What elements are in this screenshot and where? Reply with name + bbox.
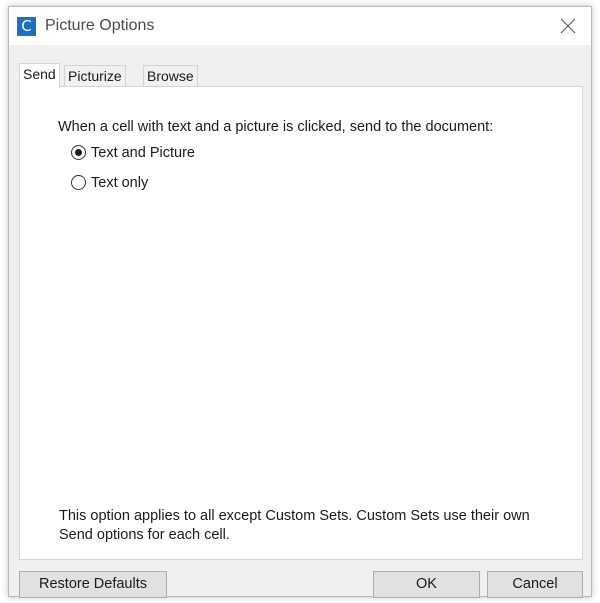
app-icon: C (17, 17, 36, 36)
send-tab-panel: When a cell with text and a picture is c… (19, 86, 583, 560)
close-icon (560, 18, 576, 34)
radio-button-checked[interactable] (71, 145, 86, 160)
ok-button[interactable]: OK (373, 571, 480, 598)
radio-label: Text only (91, 175, 149, 191)
close-button[interactable] (545, 7, 591, 45)
cancel-button[interactable]: Cancel (487, 571, 583, 598)
window-title: Picture Options (45, 17, 155, 34)
radio-button-unchecked[interactable] (71, 175, 86, 190)
tab-picturize[interactable]: Picturize (64, 65, 126, 86)
restore-defaults-button[interactable]: Restore Defaults (19, 571, 167, 598)
radio-label: Text and Picture (91, 145, 195, 161)
tab-browse[interactable]: Browse (143, 65, 198, 86)
title-bar: C Picture Options (9, 7, 591, 45)
send-prompt-text: When a cell with text and a picture is c… (58, 119, 494, 135)
custom-sets-note: This option applies to all except Custom… (59, 508, 530, 543)
tab-send[interactable]: Send (19, 63, 60, 88)
picture-options-dialog: C Picture Options Send Picturize Browse … (8, 6, 592, 598)
